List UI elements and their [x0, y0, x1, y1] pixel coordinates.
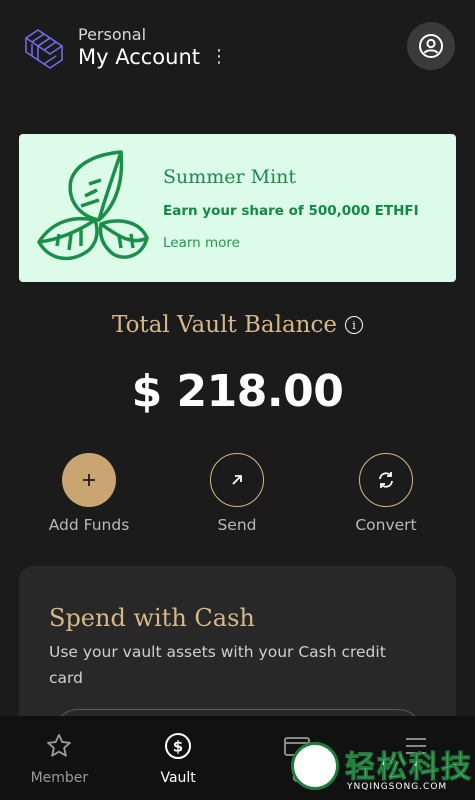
convert-button[interactable]: Convert — [321, 453, 451, 534]
balance-value: $ 218.00 — [131, 366, 344, 417]
star-icon — [47, 733, 72, 757]
promo-title: Summer Mint — [163, 166, 297, 188]
account-type-label: Personal — [78, 25, 147, 44]
tab-member[interactable]: Member — [0, 716, 119, 800]
add-funds-label: Add Funds — [48, 516, 130, 534]
tab-vault[interactable]: $ Vault — [119, 716, 238, 800]
add-funds-button[interactable]: Add Funds — [24, 453, 154, 534]
learn-more-link[interactable]: Learn more — [163, 235, 240, 251]
user-icon — [419, 34, 443, 58]
send-label: Send — [217, 516, 257, 534]
balance-label: Total Vault Balance — [112, 312, 337, 338]
more-options-icon[interactable]: ⋮ — [210, 48, 228, 66]
convert-label: Convert — [355, 516, 417, 534]
promo-subtitle: Earn your share of 500,000 ETHFI — [163, 203, 419, 219]
tab-member-label: Member — [30, 770, 89, 786]
watermark-logo-icon — [291, 742, 339, 790]
card-description: Use your vault assets with your Cash cre… — [49, 643, 386, 687]
send-button[interactable]: Send — [172, 453, 302, 534]
watermark-text: 轻松科技 — [345, 750, 473, 786]
header: Personal My Account ⋮ — [0, 0, 475, 100]
refresh-icon — [359, 453, 413, 507]
promo-banner[interactable]: Summer Mint Earn your share of 500,000 E… — [19, 134, 456, 282]
arrow-up-right-icon — [210, 453, 264, 507]
watermark: 轻松科技 YNQINGSONG.COM — [285, 738, 475, 800]
profile-button[interactable] — [407, 22, 455, 70]
balance-label-row: Total Vault Balance i — [0, 312, 475, 338]
dollar-circle-icon: $ — [165, 733, 192, 759]
account-name: My Account — [78, 45, 201, 69]
svg-text:$: $ — [173, 738, 183, 756]
leaf-icon — [37, 150, 149, 261]
logo-icon — [24, 29, 64, 69]
watermark-subtext: YNQINGSONG.COM — [347, 782, 448, 792]
account-switcher[interactable]: My Account ⋮ — [78, 45, 228, 69]
card-title: Spend with Cash — [49, 604, 255, 632]
tab-vault-label: Vault — [160, 770, 196, 786]
plus-icon — [62, 453, 116, 507]
info-icon[interactable]: i — [344, 316, 363, 334]
